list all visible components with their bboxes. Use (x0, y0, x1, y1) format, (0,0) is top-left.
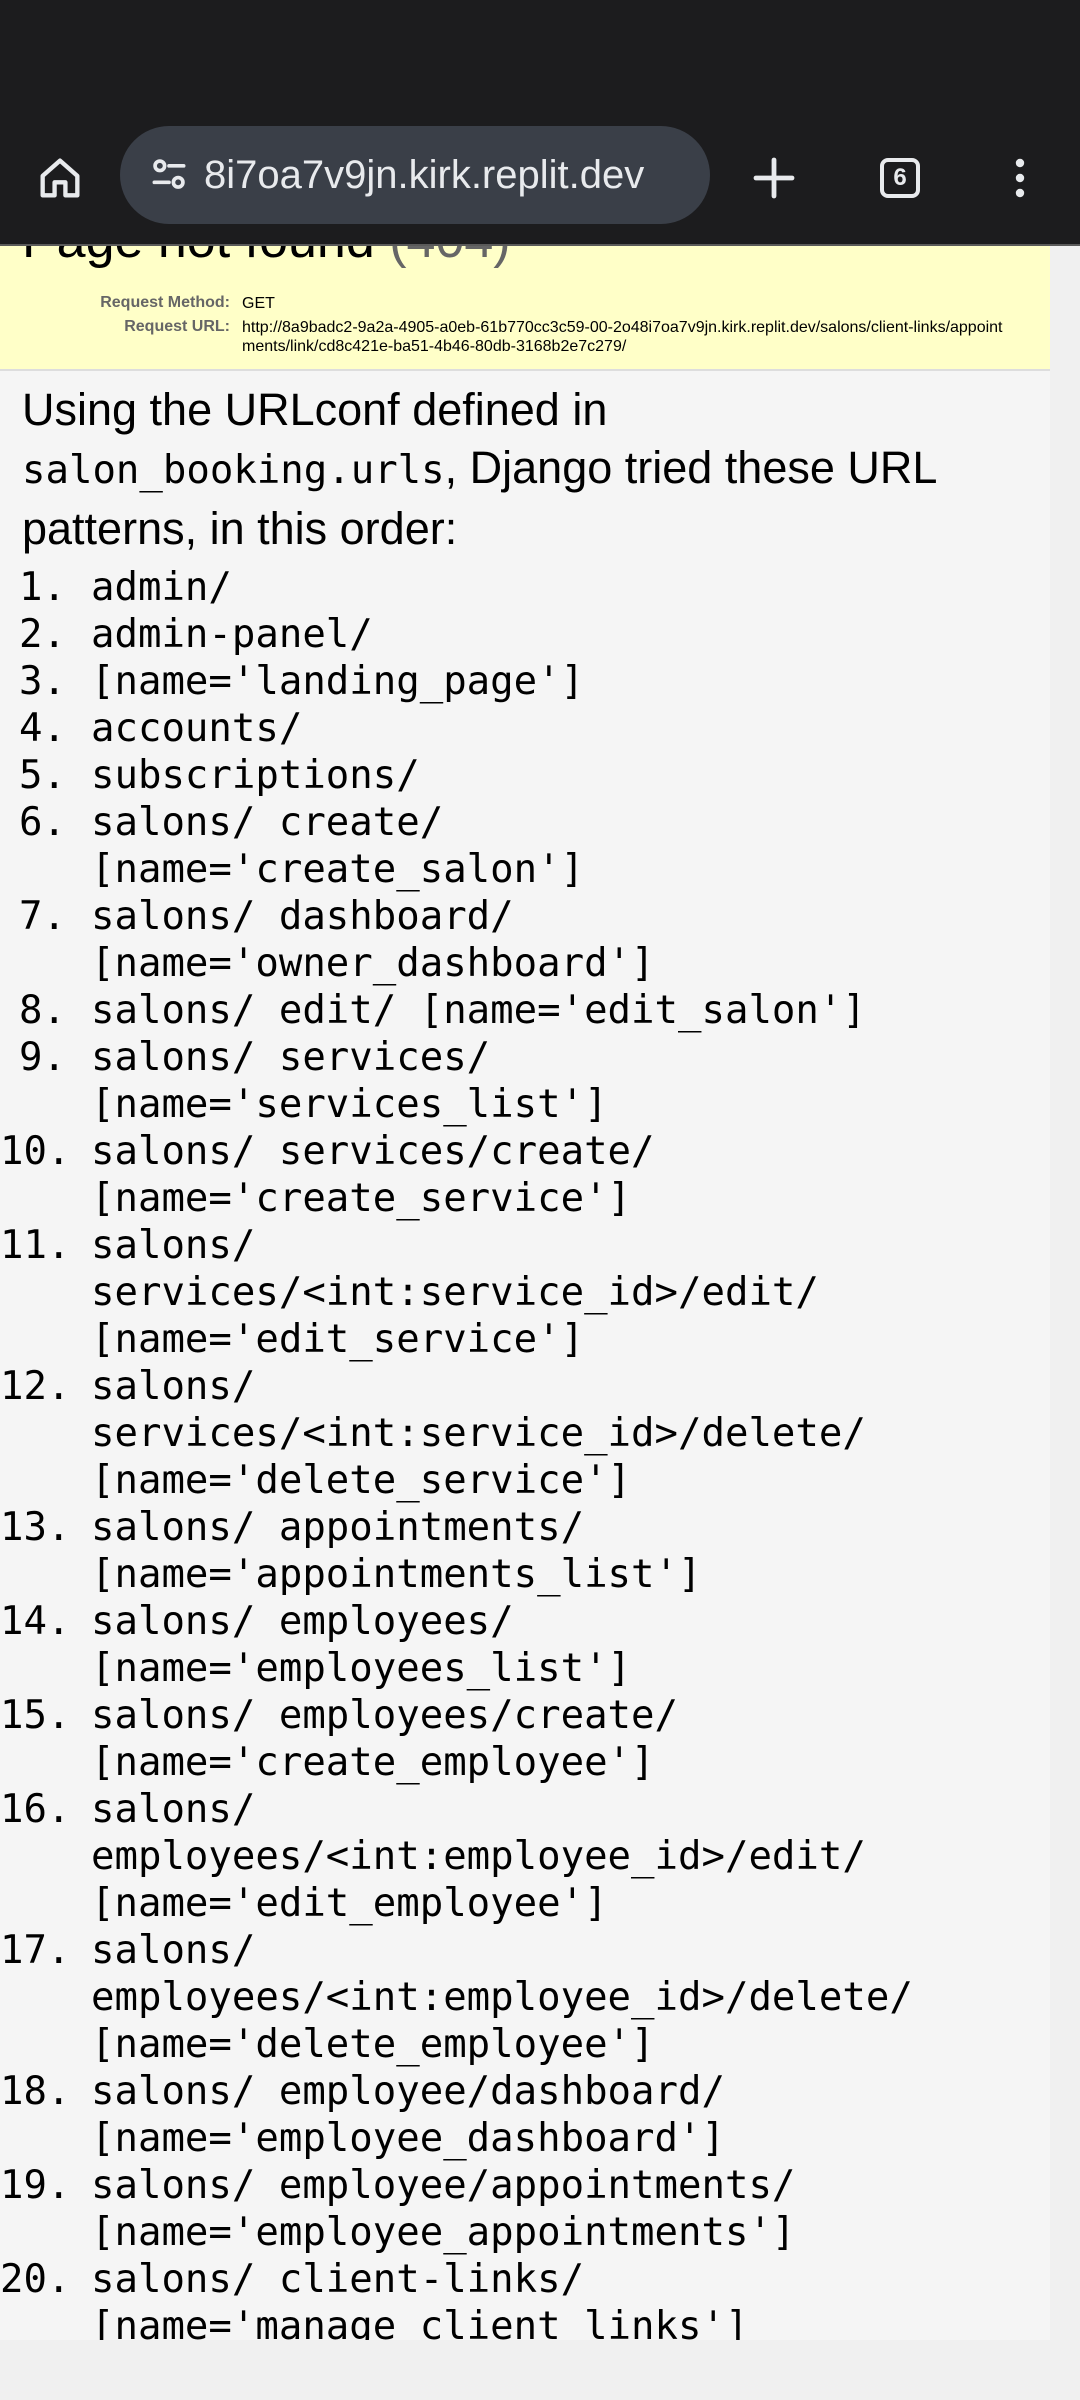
url-pattern-item: 1. admin/ (0, 564, 1050, 611)
url-pattern-item: 6. salons/ create/ [name='create_salon'] (0, 799, 1050, 893)
pattern-text: salons/ client-links/ [name='manage_clie… (91, 2257, 749, 2340)
pattern-text: admin/ (91, 565, 232, 610)
plus-icon (753, 157, 795, 199)
home-button[interactable] (22, 140, 98, 216)
url-pattern-item: 9. salons/ services/ [name='services_list… (0, 1034, 1050, 1128)
status-bar (0, 0, 1080, 118)
url-pattern-item: 4. accounts/ (0, 705, 1050, 752)
pattern-text: salons/ employee/dashboard/ [name='emplo… (91, 2069, 725, 2161)
url-pattern-item: 18. salons/ employee/dashboard/ [name='em… (0, 2068, 1050, 2162)
pattern-number: 17. (0, 1928, 71, 1973)
url-pattern-list: 1. admin/2. admin-panel/3. [name='landing_p… (0, 564, 1050, 2340)
pattern-number: 20. (0, 2257, 71, 2302)
pattern-text: [name='landing_page'] (91, 659, 585, 704)
pattern-text: salons/ employees/ [name='employees_list… (91, 1599, 632, 1691)
pattern-text: salons/ services/create/ [name='create_s… (91, 1129, 655, 1221)
pattern-text: salons/ services/ [name='services_list'] (91, 1035, 608, 1127)
urlconf-intro: Using the URLconf defined in salon_booki… (22, 381, 1032, 558)
url-pattern-item: 13. salons/ appointments/ [name='appointm… (0, 1504, 1050, 1598)
pattern-text: salons/ services/<int:service_id>/delete… (91, 1364, 866, 1503)
pattern-text: salons/ dashboard/ [name='owner_dashboar… (91, 894, 655, 986)
pattern-number: 1. (19, 565, 66, 610)
info-section: Using the URLconf defined in salon_booki… (22, 381, 1032, 558)
pattern-number: 2. (19, 612, 66, 657)
pattern-number: 12. (0, 1364, 71, 1409)
url-pattern-item: 8. salons/ edit/ [name='edit_salon'] (0, 987, 1050, 1034)
pattern-number: 16. (0, 1787, 71, 1832)
pattern-text: salons/ create/ [name='create_salon'] (91, 800, 585, 892)
pattern-number: 11. (0, 1223, 71, 1268)
pattern-number: 6. (19, 800, 66, 845)
request-method-label: Request Method: (100, 294, 230, 311)
pattern-number: 18. (0, 2069, 71, 2114)
pattern-text: salons/ employee/appointments/ [name='em… (91, 2163, 796, 2255)
pattern-number: 9. (19, 1035, 66, 1080)
pattern-number: 7. (19, 894, 66, 939)
pattern-number: 10. (0, 1129, 71, 1174)
pattern-text: salons/ services/<int:service_id>/edit/ … (91, 1223, 819, 1362)
new-tab-button[interactable] (736, 140, 812, 216)
pattern-number: 14. (0, 1599, 71, 1644)
pattern-number: 4. (19, 706, 66, 751)
url-pattern-item: 3. [name='landing_page'] (0, 658, 1050, 705)
url-pattern-item: 20. salons/ client-links/ [name='manage_c… (0, 2256, 1050, 2340)
more-vert-icon (1015, 158, 1025, 198)
url-pattern-item: 2. admin-panel/ (0, 611, 1050, 658)
urlconf-name: salon_booking.urls (22, 448, 445, 493)
bottom-area (0, 2340, 1080, 2400)
page-title: Page not found (404) (22, 246, 511, 270)
url-pattern-item: 5. subscriptions/ (0, 752, 1050, 799)
url-pattern-item: 7. salons/ dashboard/ [name='owner_dashbo… (0, 893, 1050, 987)
tab-switcher-button[interactable]: 6 (862, 140, 938, 216)
site-info-icon[interactable] (140, 146, 198, 204)
pattern-text: salons/ employees/<int:employee_id>/dele… (91, 1928, 913, 2067)
url-pattern-item: 11. salons/ services/<int:service_id>/edi… (0, 1222, 1050, 1363)
url-pattern-item: 17. salons/ employees/<int:employee_id>/d… (0, 1927, 1050, 2068)
request-method-value: GET (242, 295, 275, 312)
pattern-number: 13. (0, 1505, 71, 1550)
url-pattern-item: 14. salons/ employees/ [name='employees_l… (0, 1598, 1050, 1692)
pattern-text: admin-panel/ (91, 612, 373, 657)
scrollbar[interactable] (1050, 246, 1080, 2340)
pattern-text: subscriptions/ (91, 753, 420, 798)
url-pattern-item: 10. salons/ services/create/ [name='creat… (0, 1128, 1050, 1222)
url-pattern-item: 16. salons/ employees/<int:employee_id>/e… (0, 1786, 1050, 1927)
pattern-text: salons/ appointments/ [name='appointment… (91, 1505, 702, 1597)
url-text[interactable]: 8i7oa7v9jn.kirk.replit.dev (204, 126, 692, 224)
error-summary: Page not found (404) Request Method: GET… (0, 246, 1050, 371)
overflow-menu-button[interactable] (982, 140, 1058, 216)
url-pattern-item: 15. salons/ employees/create/ [name='crea… (0, 1692, 1050, 1786)
address-bar[interactable]: 8i7oa7v9jn.kirk.replit.dev (120, 126, 710, 224)
tab-count: 6 (880, 158, 920, 198)
error-title: Page not found (22, 246, 375, 269)
page-content[interactable]: Page not found (404) Request Method: GET… (0, 246, 1050, 2340)
home-icon (40, 158, 80, 198)
browser-toolbar: 8i7oa7v9jn.kirk.replit.dev 6 (0, 118, 1080, 246)
url-pattern-item: 19. salons/ employee/appointments/ [name=… (0, 2162, 1050, 2256)
pattern-text: salons/ edit/ [name='edit_salon'] (91, 988, 866, 1033)
pattern-text: salons/ employees/<int:employee_id>/edit… (91, 1787, 866, 1926)
request-url-label: Request URL: (124, 318, 230, 335)
url-pattern-item: 12. salons/ services/<int:service_id>/del… (0, 1363, 1050, 1504)
status-code: (404) (389, 246, 510, 269)
pattern-text: accounts/ (91, 706, 303, 751)
pattern-number: 5. (19, 753, 66, 798)
pattern-number: 3. (19, 659, 66, 704)
request-url-value: http://8a9badc2-9a2a-4905-a0eb-61b770cc3… (242, 319, 1003, 355)
pattern-number: 19. (0, 2163, 71, 2208)
pattern-number: 15. (0, 1693, 71, 1738)
pattern-number: 8. (19, 988, 66, 1033)
pattern-text: salons/ employees/create/ [name='create_… (91, 1693, 678, 1785)
intro-before-text: Using the URLconf defined in (22, 384, 608, 435)
